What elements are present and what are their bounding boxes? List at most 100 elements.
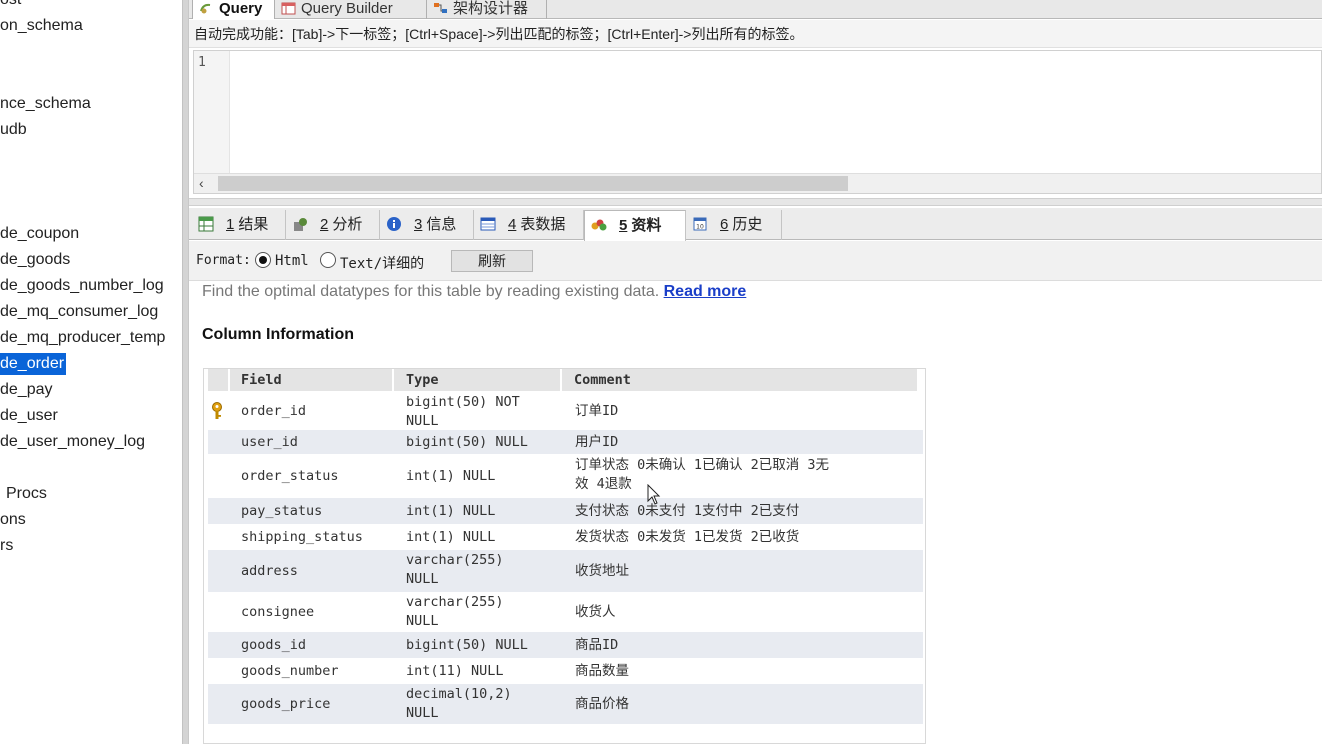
field-cell: user_id [241,434,298,450]
tab-table-info-number: 5 [619,217,628,234]
sidebar-tree-item[interactable]: de_coupon [0,223,81,245]
results-grid-icon [198,216,214,232]
format-label: Format: [196,253,251,268]
sidebar-tree-item[interactable]: de_pay [0,379,55,401]
sidebar-tree-item[interactable]: ons [0,509,28,531]
info-intro-text: Find the optimal datatypes for this tabl… [202,283,660,300]
mouse-cursor-icon [647,484,661,505]
tab-query-builder-label: Query Builder [301,0,393,17]
format-text-label[interactable]: Text/详细的 [340,253,424,273]
table-row: consignee varchar(255) NULL 收货人 [208,592,923,632]
type-cell: bigint(50) NOT [406,394,520,410]
comment-cell: 收货地址 [575,563,629,579]
field-cell: order_id [241,403,307,419]
tab-results-label: 结果 [238,216,269,233]
format-toolbar: Format: Html Text/详细的 刷新 [189,241,1322,281]
query-tab-bar: Query Query Builder 架构设计器 [189,0,1322,19]
tab-results-number: 1 [226,216,235,233]
refresh-button[interactable]: 刷新 [451,250,533,272]
type-cell: NULL [406,705,439,721]
tab-query[interactable]: Query [192,0,275,19]
read-more-link[interactable]: Read more [664,283,747,300]
table-row: order_id bigint(50) NOT NULL 订单ID [208,392,923,430]
type-cell: varchar(255) [406,552,504,568]
table-header-key [208,369,228,391]
tab-query-builder[interactable]: Query Builder [275,0,427,19]
comment-cell: 发货状态 0未发货 1已发货 2已收货 [575,529,800,545]
line-number-gutter: 1 [194,51,230,173]
sidebar-tree-item[interactable]: de_user [0,405,60,427]
info-icon [387,217,401,231]
editor-horizontal-scrollbar[interactable]: ‹ [194,173,1321,193]
table-data-icon [480,217,496,231]
sidebar-tree-item[interactable]: nce_schema [0,93,93,115]
sidebar-tree-item[interactable]: de_user_money_log [0,431,147,453]
type-cell: NULL [406,413,439,429]
sidebar-tree-item[interactable]: de_goods [0,249,72,271]
sidebar-tree-item[interactable]: de_mq_producer_temp [0,327,167,349]
sidebar-tree-item[interactable]: de_mq_consumer_log [0,301,160,323]
tab-table-info[interactable]: 5 资料 [584,210,686,241]
sidebar-tree-item[interactable]: de_order [0,353,67,375]
tab-table-data-label: 表数据 [520,216,566,233]
table-row: goods_id bigint(50) NULL 商品ID [208,632,923,658]
sidebar-tree-item[interactable]: udb [0,119,29,141]
primary-key-icon [212,402,222,419]
table-row: order_status int(1) NULL 订单状态 0未确认 1已确认 2已… [208,454,923,498]
tab-table-data[interactable]: 4 表数据 [474,210,584,240]
scroll-left-icon[interactable]: ‹ [199,175,204,191]
table-info-panel: Find the optimal datatypes for this tabl… [189,282,1322,744]
sidebar-tree-item[interactable]: on_schema [0,15,85,37]
tab-results[interactable]: 1 结果 [192,210,286,240]
field-cell: goods_number [241,663,339,679]
type-cell: varchar(255) [406,594,504,610]
format-html-radio[interactable] [255,252,271,268]
comment-cell: 商品价格 [575,696,629,712]
panel-splitter[interactable] [182,0,189,744]
tab-messages-label: 信息 [426,216,457,233]
table-row: address varchar(255) NULL 收货地址 [208,550,923,592]
info-intro: Find the optimal datatypes for this tabl… [202,283,746,301]
comment-cell: 商品数量 [575,663,629,679]
svg-text:10: 10 [696,224,704,231]
tab-profiler-number: 2 [320,216,329,233]
comment-cell: 支付状态 0未支付 1支付中 2已支付 [575,503,800,519]
comment-cell: 商品ID [575,637,619,653]
type-cell: bigint(50) NULL [406,637,528,653]
table-row: goods_number int(11) NULL 商品数量 [208,658,923,684]
type-cell: decimal(10,2) [406,686,512,702]
format-text-radio[interactable] [320,252,336,268]
comment-cell: 用户ID [575,434,619,450]
table-row: pay_status int(1) NULL 支付状态 0未支付 1支付中 2已支付 [208,498,923,524]
table-row: shipping_status int(1) NULL 发货状态 0未发货 1已发货… [208,524,923,550]
sidebar-tree-item[interactable]: de_goods_number_log [0,275,166,297]
sidebar-tree-item[interactable]: Procs [6,483,49,505]
field-cell: address [241,563,298,579]
history-icon: 10 [693,217,707,231]
sidebar-tree-item[interactable]: rs [0,535,15,557]
comment-cell: 收货人 [575,604,616,620]
type-cell: int(11) NULL [406,663,504,679]
tab-table-data-number: 4 [508,216,517,233]
column-info-table: Field Type Comment order_id bigint(50) NO… [203,368,926,744]
tab-history[interactable]: 10 6 历史 [686,210,782,240]
tab-schema-designer[interactable]: 架构设计器 [427,0,547,19]
field-cell: order_status [241,468,339,484]
scrollbar-thumb[interactable] [218,176,848,191]
type-cell: int(1) NULL [406,503,496,519]
profiler-icon [294,218,307,231]
query-icon [200,3,211,14]
tab-messages[interactable]: 3 信息 [380,210,474,240]
tab-history-label: 历史 [732,216,763,233]
sql-editor[interactable]: 1 ‹ [193,50,1322,194]
comment-cell: 效 4退款 [575,476,632,492]
query-builder-icon [281,2,296,15]
schema-designer-icon [434,3,447,13]
tab-profiler[interactable]: 2 分析 [286,210,380,240]
editor-results-splitter[interactable] [189,198,1322,206]
field-cell: pay_status [241,503,323,519]
format-html-label[interactable]: Html [275,253,309,269]
line-number: 1 [198,55,206,70]
section-title: Column Information [202,326,354,343]
sidebar-tree-item[interactable]: ost [0,0,23,11]
